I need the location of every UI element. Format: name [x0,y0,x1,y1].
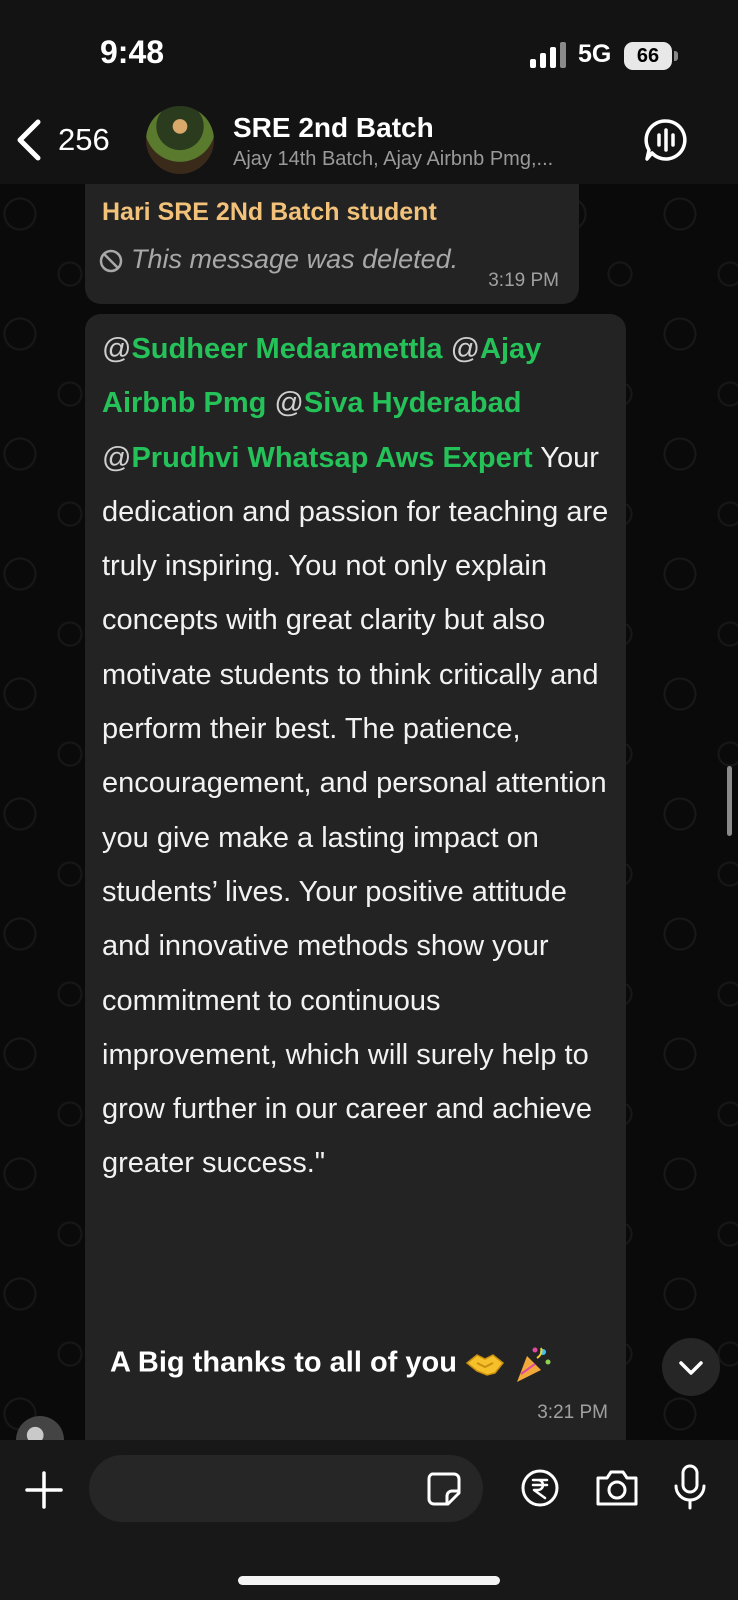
deleted-message-text: This message was deleted. [131,244,459,274]
message-body: Your dedication and passion for teaching… [102,441,609,1180]
microphone-icon[interactable] [672,1464,708,1512]
chat-title[interactable]: SRE 2nd Batch [233,112,434,144]
scrollbar[interactable] [727,766,732,836]
deleted-message-icon [99,249,123,273]
handshake-emoji [465,1354,505,1376]
chevron-left-icon[interactable] [14,118,44,162]
scroll-to-bottom-button[interactable] [662,1338,720,1396]
status-time: 9:48 [100,34,165,70]
thanks-text: A Big thanks to all of you [110,1346,457,1379]
message-thanks: A Big thanks to all of you [110,1344,553,1384]
battery-tip [674,51,678,61]
rupee-payment-icon[interactable] [520,1468,560,1508]
chevron-down-icon [679,1361,703,1375]
home-indicator [238,1576,500,1585]
message-time: 3:21 PM [537,1402,608,1423]
group-avatar[interactable] [146,106,214,174]
battery-level: 66 [624,42,672,70]
message-time: 3:19 PM [488,270,559,291]
status-bar: 9:48 5G 66 [0,0,738,100]
message-text: @Sudheer Medaramettla @Ajay Airbnb Pmg @… [102,333,609,1180]
chat-header: 256 SRE 2nd Batch Ajay 14th Batch, Ajay … [0,100,738,184]
mention-link[interactable]: Prudhvi Whatsap Aws Expert [131,442,532,474]
signal-strength-icon [530,42,566,68]
camera-icon[interactable] [594,1468,640,1508]
sticker-icon[interactable] [426,1471,462,1507]
voice-chat-icon[interactable] [644,118,688,162]
party-popper-emoji [517,1347,551,1382]
message-bubble[interactable]: @Sudheer Medaramettla @Ajay Airbnb Pmg @… [85,314,626,1440]
chat-messages[interactable]: Hari SRE 2Nd Batch student This message … [0,184,738,1440]
unread-count[interactable]: 256 [58,122,110,158]
chat-participants[interactable]: Ajay 14th Batch, Ajay Airbnb Pmg,... [233,148,613,171]
plus-icon[interactable] [24,1470,64,1510]
mention-link[interactable]: Sudheer Medaramettla [131,333,442,365]
message-input[interactable] [89,1455,483,1522]
mention-link[interactable]: Siva Hyderabad [304,387,522,419]
message-bubble-deleted[interactable]: Hari SRE 2Nd Batch student This message … [85,184,579,304]
message-composer [0,1440,738,1600]
sender-avatar[interactable] [16,1416,64,1440]
message-sender[interactable]: Hari SRE 2Nd Batch student [102,198,437,227]
network-type: 5G [578,40,612,68]
